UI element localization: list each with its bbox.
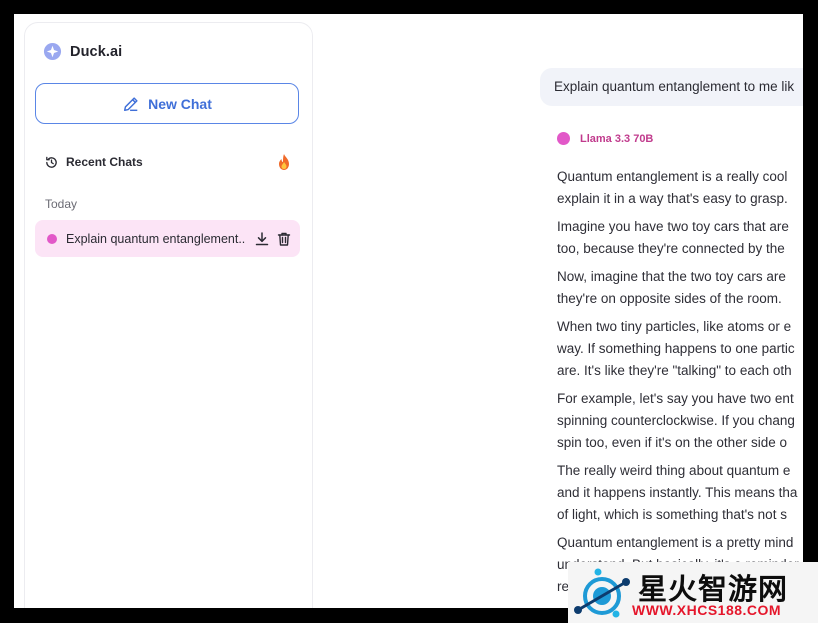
new-chat-label: New Chat — [148, 95, 212, 112]
fire-button-icon[interactable] — [276, 153, 292, 171]
answer-line: explain it in a way that's easy to grasp… — [557, 191, 788, 206]
sidebar: Duck.ai New Chat Recent Chats Today Expl… — [24, 22, 313, 608]
answer-line: spin too, even if it's on the other side… — [557, 435, 787, 450]
download-icon[interactable] — [254, 231, 270, 247]
answer-line: too, because they're connected by the — [557, 241, 785, 256]
recent-chats-header: Recent Chats — [44, 153, 292, 171]
answer-paragraph: When two tiny particles, like atoms or e… — [557, 316, 803, 382]
answer-line: For example, let's say you have two ent — [557, 391, 794, 406]
answer-line: are. It's like they're "talking" to each… — [557, 363, 792, 378]
answer-line: Now, imagine that the two toy cars are — [557, 269, 786, 284]
recent-chat-item[interactable]: Explain quantum entanglement... — [35, 220, 300, 257]
answer-line: and it happens instantly. This means tha — [557, 485, 798, 500]
answer-paragraph: Imagine you have two toy cars that are to… — [557, 216, 803, 260]
recent-chat-title: Explain quantum entanglement... — [66, 231, 246, 246]
answer-line: Quantum entanglement is a really cool — [557, 169, 788, 184]
model-color-dot — [47, 233, 57, 244]
assistant-answer: Quantum entanglement is a really cool exp… — [557, 166, 803, 604]
answer-line: Quantum entanglement is a pretty mind — [557, 535, 794, 550]
answer-line: way. If something happens to one partic — [557, 341, 795, 356]
duck-ai-logo-icon — [43, 42, 62, 61]
answer-paragraph: For example, let's say you have two ent s… — [557, 388, 803, 454]
watermark-logo-icon — [574, 568, 630, 618]
group-label-today: Today — [45, 197, 78, 211]
watermark-url: WWW.XHCS188.COM — [632, 602, 782, 618]
app-window: Duck.ai New Chat Recent Chats Today Expl… — [14, 14, 803, 608]
watermark: 星火智游网 WWW.XHCS188.COM — [568, 562, 818, 623]
new-chat-button[interactable]: New Chat — [35, 83, 299, 124]
answer-line: spinning counterclockwise. If you chang — [557, 413, 795, 428]
trash-icon[interactable] — [276, 231, 292, 247]
brand-name: Duck.ai — [70, 43, 123, 60]
answer-paragraph: Quantum entanglement is a really cool exp… — [557, 166, 803, 210]
brand[interactable]: Duck.ai — [43, 42, 122, 61]
answer-paragraph: Now, imagine that the two toy cars are th… — [557, 266, 803, 310]
answer-line: they're on opposite sides of the room. — [557, 291, 782, 306]
answer-line: of light, which is something that's not … — [557, 507, 787, 522]
answer-line: The really weird thing about quantum e — [557, 463, 791, 478]
model-avatar-dot — [557, 132, 570, 145]
answer-line: Imagine you have two toy cars that are — [557, 219, 789, 234]
answer-line: When two tiny particles, like atoms or e — [557, 319, 792, 334]
model-header: Llama 3.3 70B — [557, 132, 653, 145]
user-message-bubble: Explain quantum entanglement to me lik — [540, 68, 803, 106]
pencil-icon — [124, 96, 138, 111]
recent-chats-title: Recent Chats — [66, 155, 143, 169]
history-icon — [46, 156, 57, 168]
answer-paragraph: The really weird thing about quantum e an… — [557, 460, 803, 526]
model-name: Llama 3.3 70B — [580, 132, 654, 145]
